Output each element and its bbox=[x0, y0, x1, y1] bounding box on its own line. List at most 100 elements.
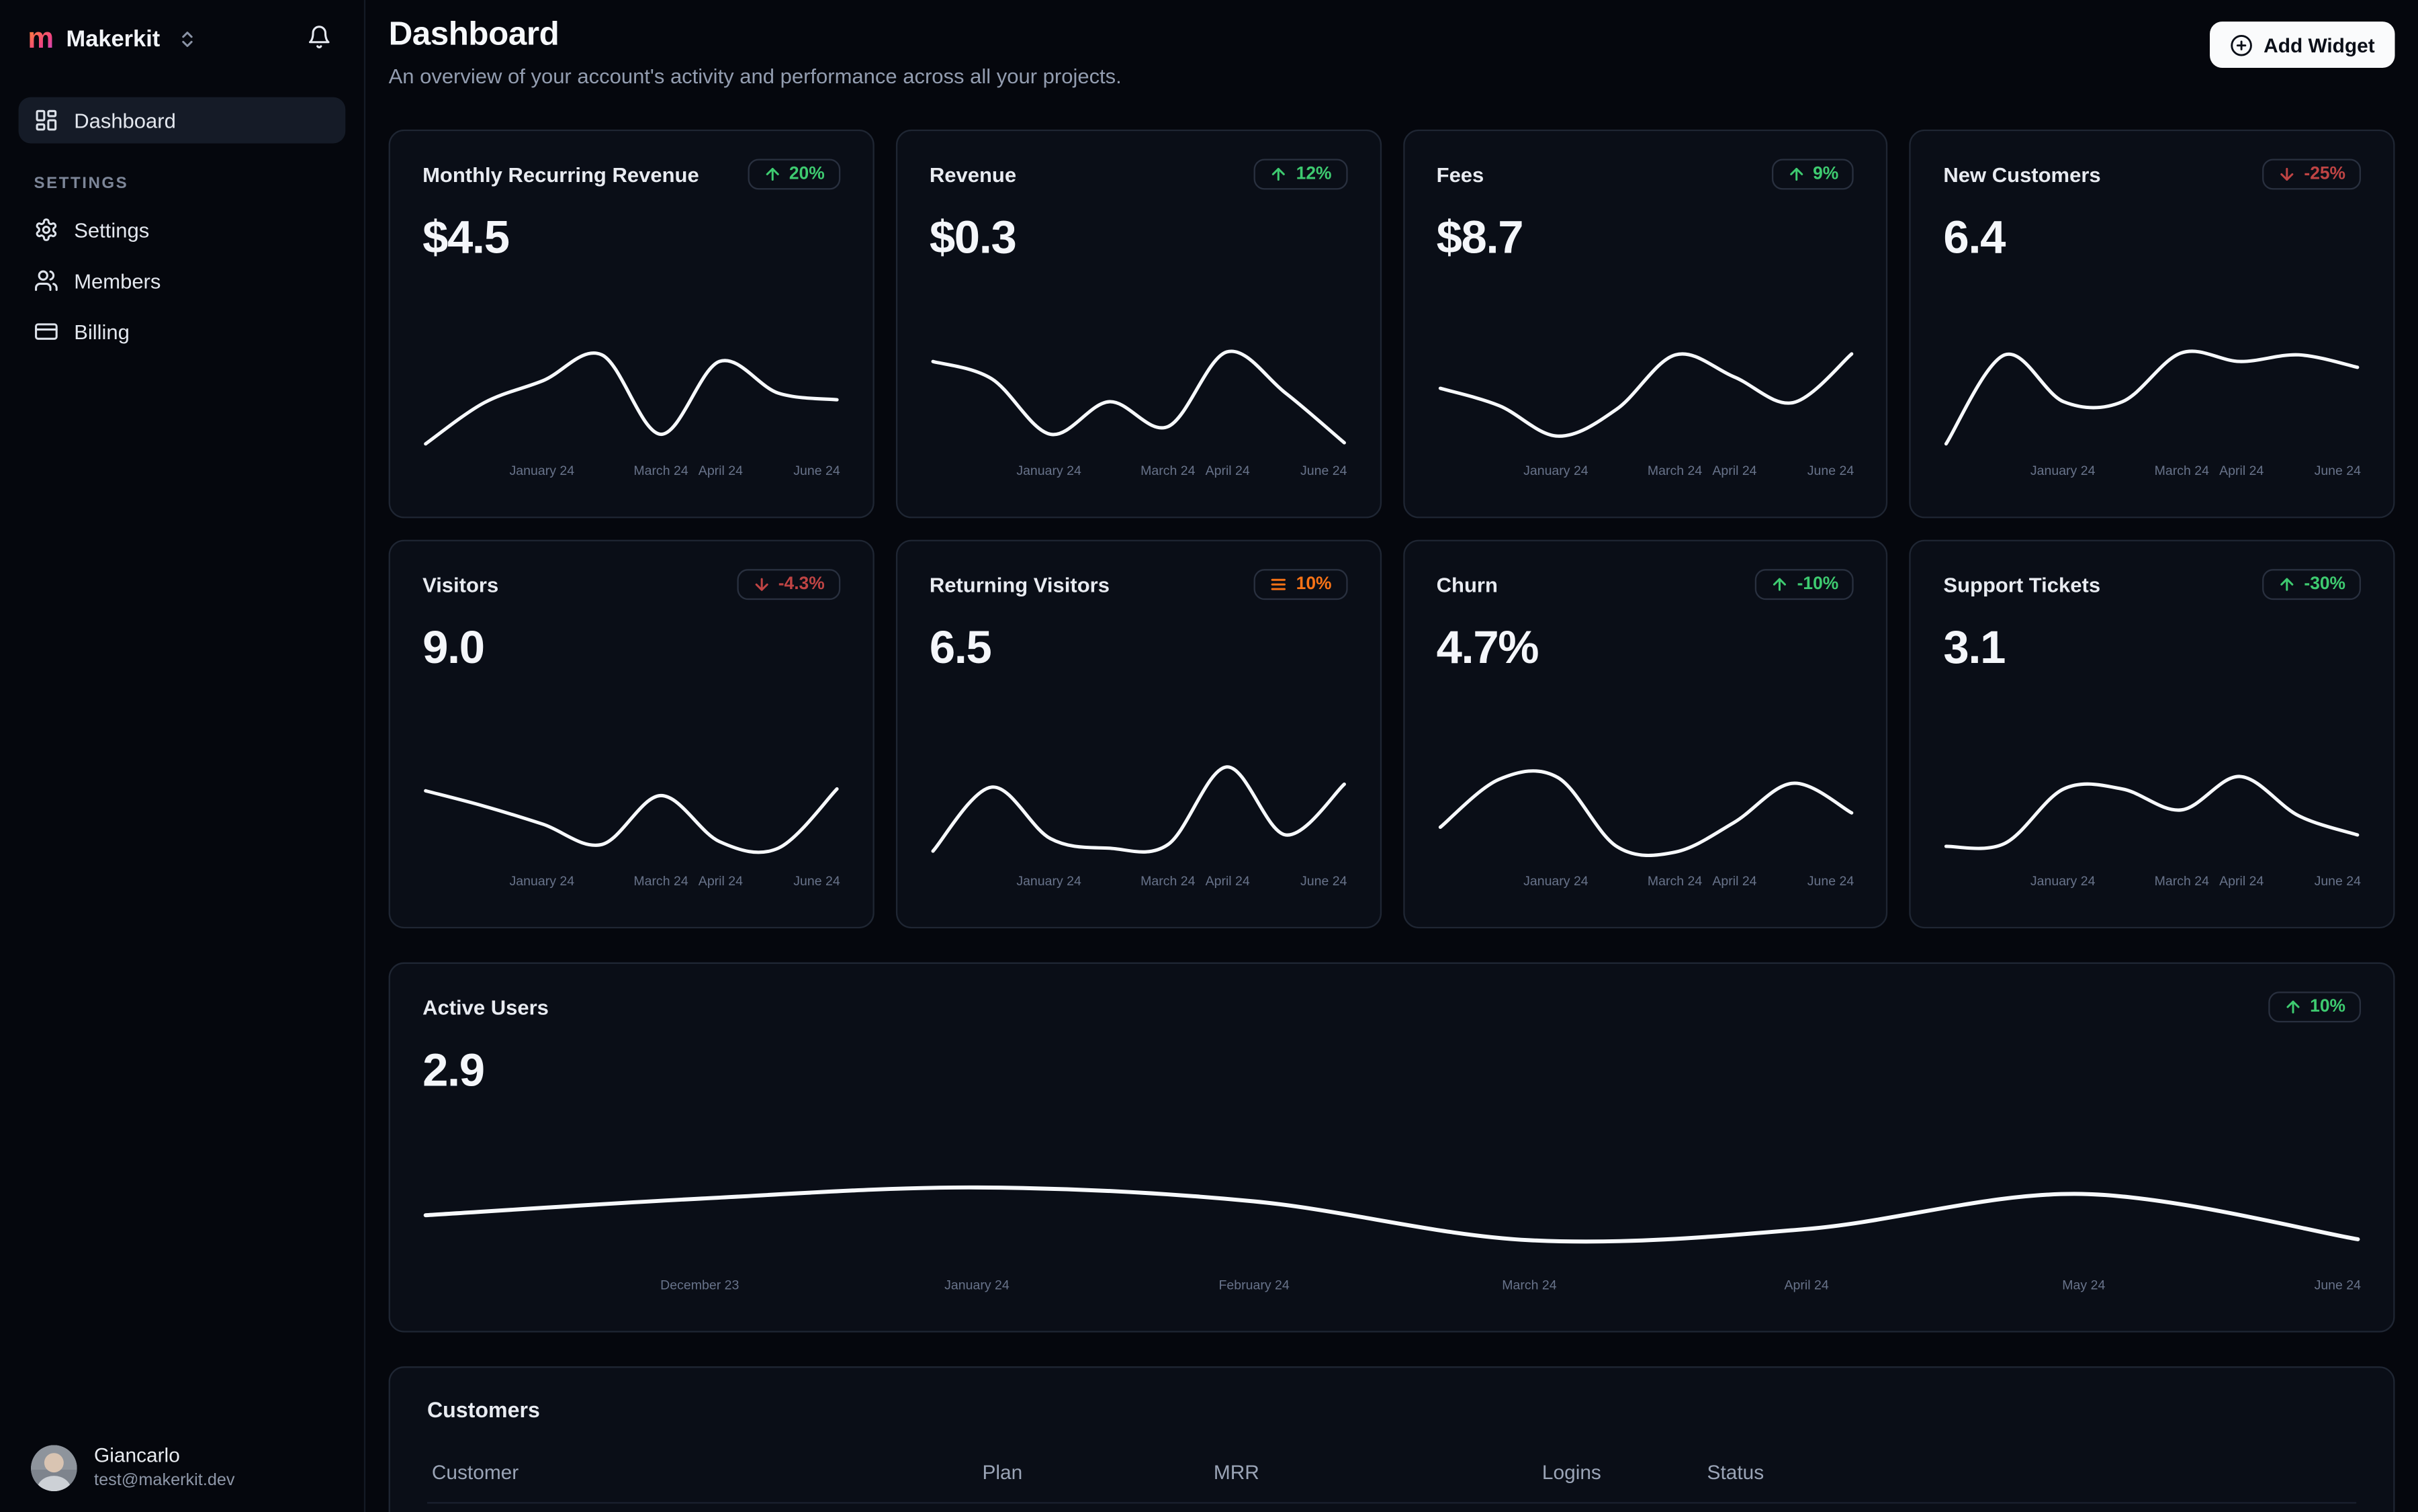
axis-label: January 24 bbox=[1016, 873, 1081, 889]
axis-label: January 24 bbox=[1523, 873, 1588, 889]
trend-badge: 20% bbox=[747, 159, 840, 190]
sparkline-chart bbox=[1437, 352, 1853, 438]
metric-card-support-tickets: Support Tickets -30% 3.1 January 24 March 24… bbox=[1909, 539, 2395, 929]
axis-label: April 24 bbox=[1205, 462, 1250, 478]
axis-label: June 24 bbox=[1300, 873, 1347, 889]
active-users-axis: December 23 January 24 February 24 March 24… bbox=[422, 1277, 2361, 1294]
sparkline-chart bbox=[1944, 774, 2360, 850]
arrow-up-icon bbox=[1789, 167, 1803, 181]
trend-badge: 10% bbox=[2268, 991, 2362, 1023]
axis-label: June 24 bbox=[2314, 1277, 2362, 1292]
card-value: 6.4 bbox=[1943, 212, 2006, 264]
axis-label: June 24 bbox=[2314, 462, 2362, 478]
axis-label: May 24 bbox=[2062, 1277, 2106, 1292]
axis-label: January 24 bbox=[944, 1277, 1010, 1292]
axis-label: April 24 bbox=[1712, 462, 1757, 478]
customers-table-header: Customer Plan MRR Logins Status bbox=[427, 1460, 2356, 1483]
axis-label: April 24 bbox=[698, 462, 743, 478]
users-icon bbox=[35, 270, 58, 292]
sparkline-chart bbox=[930, 765, 1346, 854]
axis-label: April 24 bbox=[698, 873, 743, 889]
axis-label: March 24 bbox=[1647, 462, 1703, 478]
sparkline-axis: January 24 March 24 April 24 June 24 bbox=[422, 873, 840, 889]
avatar bbox=[30, 1444, 77, 1491]
axis-label: June 24 bbox=[1300, 462, 1347, 478]
sidebar-item-members[interactable]: Members bbox=[19, 257, 346, 304]
card-value: 4.7% bbox=[1436, 623, 1539, 674]
column-header-customer: Customer bbox=[431, 1460, 519, 1484]
sidebar-item-settings[interactable]: Settings bbox=[19, 207, 346, 253]
customers-card: Customers Customer Plan MRR Logins Status bbox=[388, 1366, 2395, 1512]
card-title: Returning Visitors bbox=[929, 572, 1110, 596]
user-email: test@makerkit.dev bbox=[94, 1470, 235, 1490]
card-value: 6.5 bbox=[929, 623, 992, 674]
trend-badge: 9% bbox=[1771, 159, 1854, 190]
arrow-up-icon bbox=[2280, 578, 2294, 591]
card-value: 3.1 bbox=[1943, 623, 2006, 674]
arrow-up-icon bbox=[2286, 1000, 2300, 1014]
card-title: Churn bbox=[1436, 572, 1498, 596]
notifications-button[interactable] bbox=[302, 21, 337, 56]
axis-label: January 24 bbox=[1016, 462, 1081, 478]
axis-label: April 24 bbox=[1205, 873, 1250, 889]
sparkline-axis: January 24 March 24 April 24 June 24 bbox=[1943, 873, 2361, 889]
card-title: New Customers bbox=[1943, 163, 2101, 186]
card-title: Support Tickets bbox=[1943, 572, 2101, 596]
column-header-logins: Logins bbox=[1541, 1460, 1601, 1484]
sparkline-chart bbox=[424, 351, 839, 446]
brand-name: Makerkit bbox=[66, 25, 161, 52]
axis-label: March 24 bbox=[1502, 1277, 1557, 1292]
trend-badge: -25% bbox=[2262, 159, 2362, 190]
trend-badge: -10% bbox=[1755, 569, 1854, 601]
axis-label: January 24 bbox=[1523, 462, 1588, 478]
metric-card-monthly-recurring-revenue: Monthly Recurring Revenue 20% $4.5 January … bbox=[388, 129, 875, 519]
axis-label: February 24 bbox=[1218, 1277, 1290, 1292]
axis-label: June 24 bbox=[1807, 873, 1854, 889]
axis-label: March 24 bbox=[1140, 462, 1196, 478]
axis-label: June 24 bbox=[793, 462, 840, 478]
axis-label: April 24 bbox=[1784, 1277, 1829, 1292]
active-users-chart bbox=[423, 1185, 2360, 1244]
plus-circle-icon bbox=[2231, 34, 2252, 56]
sparkline-chart bbox=[1944, 349, 2360, 446]
card-value: $8.7 bbox=[1436, 212, 1524, 264]
app-window: m Makerkit Dashboard SETTINGS Settings Me… bbox=[0, 0, 2418, 1512]
axis-label: April 24 bbox=[2219, 462, 2264, 478]
sparkline-axis: January 24 March 24 April 24 June 24 bbox=[930, 463, 1347, 480]
bell-icon bbox=[308, 25, 330, 48]
card-value: 2.9 bbox=[422, 1045, 485, 1097]
axis-label: June 24 bbox=[1807, 462, 1854, 478]
makerkit-logo-icon: m bbox=[28, 22, 54, 55]
chevrons-up-down-icon bbox=[181, 30, 193, 46]
axis-label: June 24 bbox=[2314, 873, 2362, 889]
add-widget-button[interactable]: Add Widget bbox=[2209, 21, 2395, 69]
user-menu[interactable]: Giancarlo test@makerkit.dev bbox=[30, 1444, 235, 1491]
settings-section-label: SETTINGS bbox=[34, 174, 129, 193]
sparkline-axis: January 24 March 24 April 24 June 24 bbox=[1943, 463, 2361, 480]
sidebar-item-dashboard[interactable]: Dashboard bbox=[18, 97, 346, 144]
trend-badge: 12% bbox=[1254, 159, 1347, 190]
metric-card-fees: Fees 9% $8.7 January 24 March 24 April 24 June… bbox=[1402, 129, 1888, 519]
axis-label: January 24 bbox=[509, 462, 575, 478]
column-header-mrr: MRR bbox=[1213, 1460, 1259, 1484]
card-title: Revenue bbox=[929, 163, 1017, 186]
column-header-status: Status bbox=[1707, 1460, 1764, 1484]
main-nav: Dashboard bbox=[18, 97, 346, 144]
axis-label: March 24 bbox=[2154, 462, 2210, 478]
trend-badge: -4.3% bbox=[736, 569, 840, 601]
active-users-card: Active Users 10% 2.9 December 23 January … bbox=[388, 962, 2395, 1333]
trend-badge: 10% bbox=[1254, 569, 1347, 601]
metric-card-returning-visitors: Returning Visitors 10% 6.5 January 24 March … bbox=[895, 539, 1381, 929]
settings-nav: Settings Members Billing bbox=[19, 207, 346, 355]
axis-label: March 24 bbox=[1647, 873, 1703, 889]
axis-label: January 24 bbox=[2030, 873, 2096, 889]
gear-icon bbox=[36, 218, 57, 241]
credit-card-icon bbox=[35, 323, 58, 340]
sidebar-item-billing[interactable]: Billing bbox=[19, 308, 346, 355]
sparkline-axis: January 24 March 24 April 24 June 24 bbox=[422, 463, 840, 480]
sparkline-chart bbox=[1437, 769, 1853, 857]
axis-label: March 24 bbox=[2154, 873, 2210, 889]
axis-label: March 24 bbox=[633, 462, 688, 478]
sparkline-axis: January 24 March 24 April 24 June 24 bbox=[1437, 463, 1854, 480]
workspace-switcher[interactable]: m Makerkit bbox=[28, 24, 197, 54]
